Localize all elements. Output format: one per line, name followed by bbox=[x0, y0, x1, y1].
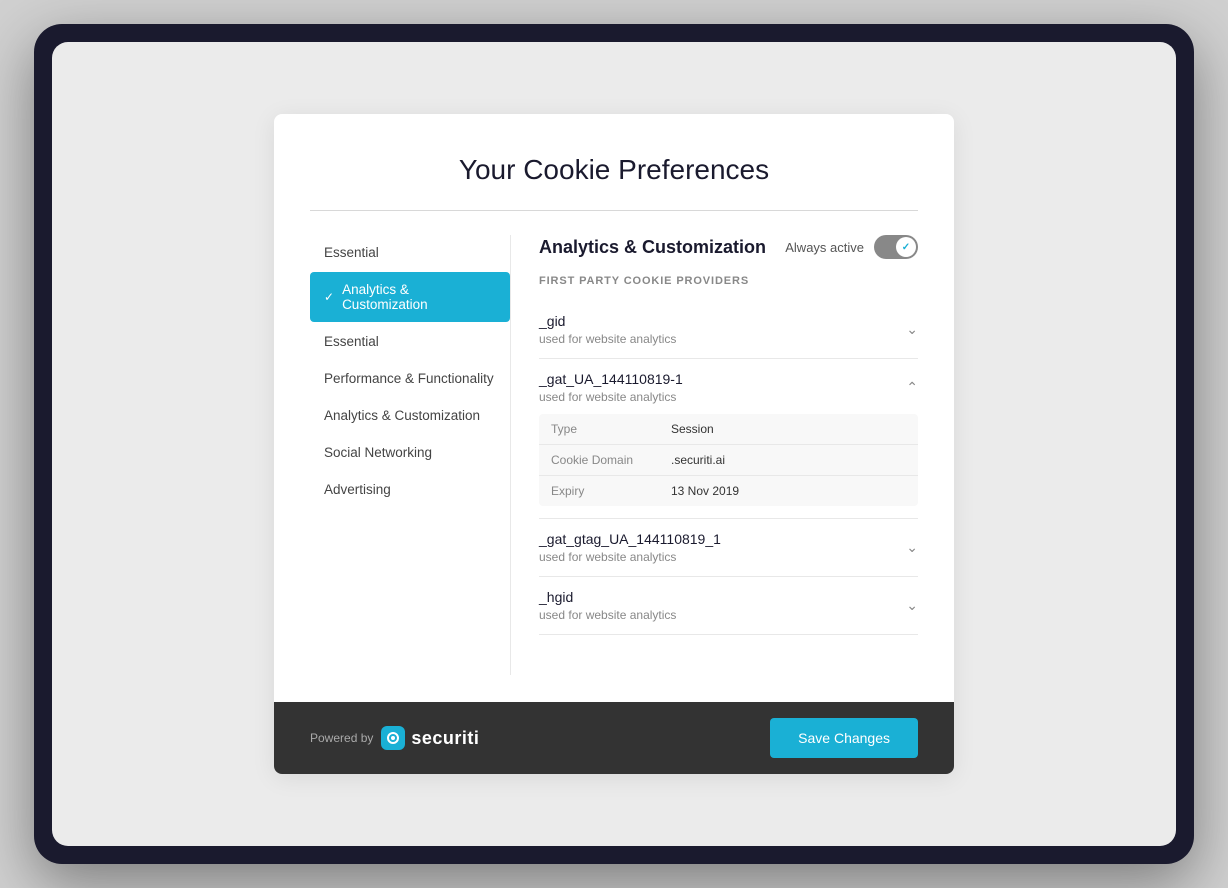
sidebar: Essential ✓ Analytics & Customization Es… bbox=[310, 235, 510, 675]
cookie-detail-row-domain: Cookie Domain .securiti.ai bbox=[539, 445, 918, 476]
securiti-brand-name: securiti bbox=[411, 728, 479, 749]
securiti-logo: securiti bbox=[381, 726, 479, 750]
save-changes-button[interactable]: Save Changes bbox=[770, 718, 918, 758]
always-active-label: Always active bbox=[785, 240, 864, 255]
check-icon: ✓ bbox=[324, 290, 334, 304]
sidebar-item-essential[interactable]: Essential bbox=[310, 324, 510, 359]
cookie-item-header-hgid[interactable]: _hgid used for website analytics ⌄ bbox=[539, 589, 918, 622]
cookie-desc-gat-ua: used for website analytics bbox=[539, 390, 683, 404]
sidebar-item-label: Analytics & Customization bbox=[342, 282, 496, 312]
sidebar-item-label: Essential bbox=[324, 334, 379, 349]
modal: Your Cookie Preferences Essential ✓ Anal… bbox=[274, 114, 954, 774]
detail-value-domain: .securiti.ai bbox=[671, 453, 725, 467]
chevron-down-icon-gat-gtag: ⌄ bbox=[906, 539, 918, 556]
always-active-wrapper: Always active ✓ bbox=[785, 235, 918, 259]
modal-divider bbox=[310, 210, 918, 211]
cookie-item-gat-gtag: _gat_gtag_UA_144110819_1 used for websit… bbox=[539, 519, 918, 577]
securiti-icon bbox=[381, 726, 405, 750]
sidebar-item-label: Performance & Functionality bbox=[324, 371, 494, 386]
sidebar-item-social[interactable]: Social Networking bbox=[310, 435, 510, 470]
cookie-item-hgid: _hgid used for website analytics ⌄ bbox=[539, 577, 918, 635]
cookie-desc-gid: used for website analytics bbox=[539, 332, 676, 346]
detail-key-domain: Cookie Domain bbox=[551, 453, 671, 467]
always-active-toggle[interactable]: ✓ bbox=[874, 235, 918, 259]
chevron-up-icon-gat-ua: ⌃ bbox=[906, 379, 918, 396]
sidebar-item-label: Essential bbox=[324, 245, 379, 260]
sidebar-item-performance[interactable]: Performance & Functionality bbox=[310, 361, 510, 396]
detail-key-expiry: Expiry bbox=[551, 484, 671, 498]
detail-key-type: Type bbox=[551, 422, 671, 436]
sidebar-item-advertising[interactable]: Advertising bbox=[310, 472, 510, 507]
cookie-item-gat-ua: _gat_UA_144110819-1 used for website ana… bbox=[539, 359, 918, 519]
device-frame: Your Cookie Preferences Essential ✓ Anal… bbox=[34, 24, 1194, 864]
providers-label: FIRST PARTY COOKIE PROVIDERS bbox=[539, 275, 918, 287]
cookie-desc-gat-gtag: used for website analytics bbox=[539, 550, 721, 564]
powered-by-text: Powered by bbox=[310, 731, 373, 745]
sidebar-item-essential-top[interactable]: Essential bbox=[310, 235, 510, 270]
cookie-item-header-gat-ua[interactable]: _gat_UA_144110819-1 used for website ana… bbox=[539, 371, 918, 404]
sidebar-item-label: Advertising bbox=[324, 482, 391, 497]
detail-value-type: Session bbox=[671, 422, 714, 436]
cookie-name-gid: _gid bbox=[539, 313, 676, 329]
powered-by: Powered by securiti bbox=[310, 726, 479, 750]
modal-footer: Powered by securiti Save Changes bbox=[274, 702, 954, 774]
toggle-knob: ✓ bbox=[896, 237, 916, 257]
section-header: Analytics & Customization Always active … bbox=[539, 235, 918, 259]
main-panel: Analytics & Customization Always active … bbox=[510, 235, 918, 675]
sidebar-item-label: Analytics & Customization bbox=[324, 408, 480, 423]
cookie-item-header-gid[interactable]: _gid used for website analytics ⌄ bbox=[539, 313, 918, 346]
cookie-desc-hgid: used for website analytics bbox=[539, 608, 676, 622]
cookie-detail-row-type: Type Session bbox=[539, 414, 918, 445]
sidebar-item-analytics[interactable]: Analytics & Customization bbox=[310, 398, 510, 433]
device-screen: Your Cookie Preferences Essential ✓ Anal… bbox=[52, 42, 1176, 846]
modal-body: Your Cookie Preferences Essential ✓ Anal… bbox=[274, 114, 954, 702]
cookie-item-header-gat-gtag[interactable]: _gat_gtag_UA_144110819_1 used for websit… bbox=[539, 531, 918, 564]
section-title: Analytics & Customization bbox=[539, 237, 766, 258]
cookie-details-gat-ua: Type Session Cookie Domain .securiti.ai … bbox=[539, 414, 918, 506]
chevron-down-icon-gid: ⌄ bbox=[906, 321, 918, 338]
cookie-name-gat-gtag: _gat_gtag_UA_144110819_1 bbox=[539, 531, 721, 547]
chevron-down-icon-hgid: ⌄ bbox=[906, 597, 918, 614]
sidebar-item-label: Social Networking bbox=[324, 445, 432, 460]
cookie-name-hgid: _hgid bbox=[539, 589, 676, 605]
toggle-check-icon: ✓ bbox=[902, 242, 910, 253]
modal-content: Essential ✓ Analytics & Customization Es… bbox=[310, 235, 918, 675]
modal-title: Your Cookie Preferences bbox=[310, 154, 918, 186]
cookie-item-gid: _gid used for website analytics ⌄ bbox=[539, 301, 918, 359]
cookie-name-gat-ua: _gat_UA_144110819-1 bbox=[539, 371, 683, 387]
detail-value-expiry: 13 Nov 2019 bbox=[671, 484, 739, 498]
cookie-detail-row-expiry: Expiry 13 Nov 2019 bbox=[539, 476, 918, 506]
sidebar-item-analytics-active[interactable]: ✓ Analytics & Customization bbox=[310, 272, 510, 322]
